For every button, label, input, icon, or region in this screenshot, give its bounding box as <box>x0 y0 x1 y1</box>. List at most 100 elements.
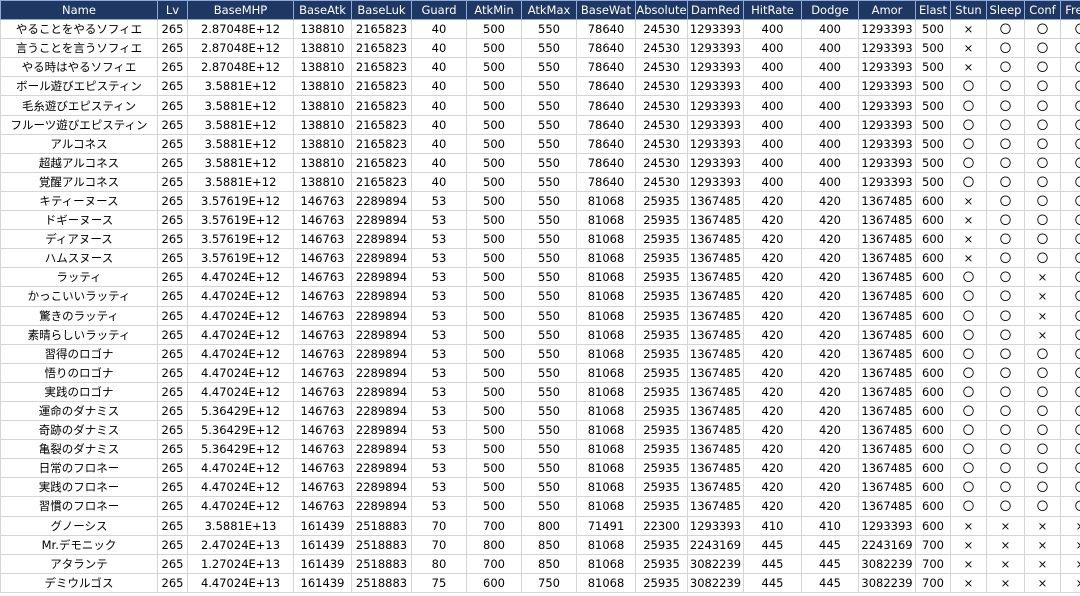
cell-name[interactable]: ディアヌース <box>0 229 158 250</box>
cell-absolute[interactable]: 25935 <box>635 534 688 555</box>
cell-damred[interactable]: 1367485 <box>687 458 744 479</box>
cell-freez[interactable]: × <box>1060 515 1080 536</box>
cell-conf[interactable]: × <box>1024 267 1061 288</box>
cell-guard[interactable]: 40 <box>411 76 467 97</box>
cell-baseatk[interactable]: 146763 <box>293 381 352 402</box>
cell-elast[interactable]: 600 <box>915 229 951 250</box>
cell-dodge[interactable]: 420 <box>801 381 859 402</box>
cell-dodge[interactable]: 420 <box>801 420 859 441</box>
cell-hitrate[interactable]: 420 <box>743 248 802 269</box>
cell-absolute[interactable]: 25935 <box>635 381 688 402</box>
cell-sleep[interactable]: 〇 <box>986 210 1025 231</box>
column-header-basemhp[interactable]: BaseMHP <box>187 0 294 21</box>
cell-stun[interactable]: 〇 <box>950 458 987 479</box>
cell-amor[interactable]: 1367485 <box>858 210 916 231</box>
cell-atkmin[interactable]: 500 <box>466 76 522 97</box>
cell-basemhp[interactable]: 2.87048E+12 <box>187 57 294 78</box>
column-header-hitrate[interactable]: HitRate <box>743 0 802 21</box>
cell-basewat[interactable]: 78640 <box>576 95 636 116</box>
cell-baseluk[interactable]: 2165823 <box>351 38 412 59</box>
cell-amor[interactable]: 1367485 <box>858 381 916 402</box>
column-header-lv[interactable]: Lv <box>157 0 188 21</box>
cell-elast[interactable]: 700 <box>915 553 951 574</box>
cell-absolute[interactable]: 25935 <box>635 362 688 383</box>
cell-atkmax[interactable]: 550 <box>521 95 577 116</box>
cell-baseatk[interactable]: 146763 <box>293 305 352 326</box>
cell-atkmin[interactable]: 500 <box>466 57 522 78</box>
cell-basewat[interactable]: 81068 <box>576 190 636 212</box>
column-header-amor[interactable]: Amor <box>858 0 916 21</box>
cell-freez[interactable]: 〇 <box>1060 458 1080 479</box>
cell-baseatk[interactable]: 161439 <box>293 515 352 536</box>
column-header-basewat[interactable]: BaseWat <box>576 0 636 21</box>
cell-amor[interactable]: 1367485 <box>858 439 916 460</box>
cell-guard[interactable]: 53 <box>411 420 467 441</box>
cell-elast[interactable]: 500 <box>915 133 951 154</box>
cell-stun[interactable]: 〇 <box>950 420 987 441</box>
cell-dodge[interactable]: 400 <box>801 114 859 135</box>
cell-basemhp[interactable]: 4.47024E+12 <box>187 267 294 288</box>
cell-amor[interactable]: 1367485 <box>858 362 916 383</box>
cell-sleep[interactable]: 〇 <box>986 324 1025 345</box>
column-header-stun[interactable]: Stun <box>950 0 987 21</box>
cell-elast[interactable]: 600 <box>915 343 951 364</box>
cell-hitrate[interactable]: 420 <box>743 210 802 231</box>
cell-atkmin[interactable]: 500 <box>466 19 522 40</box>
cell-lv[interactable]: 265 <box>157 381 188 402</box>
cell-freez[interactable]: 〇 <box>1060 76 1080 97</box>
cell-absolute[interactable]: 24530 <box>635 38 688 59</box>
cell-freez[interactable]: 〇 <box>1060 420 1080 441</box>
cell-damred[interactable]: 1367485 <box>687 477 744 498</box>
cell-conf[interactable]: 〇 <box>1024 362 1061 383</box>
cell-stun[interactable]: × <box>950 19 987 40</box>
cell-hitrate[interactable]: 400 <box>743 152 802 173</box>
cell-sleep[interactable]: 〇 <box>986 171 1025 192</box>
cell-lv[interactable]: 265 <box>157 515 188 536</box>
cell-atkmax[interactable]: 550 <box>521 76 577 97</box>
cell-guard[interactable]: 53 <box>411 248 467 269</box>
cell-dodge[interactable]: 400 <box>801 57 859 78</box>
cell-baseluk[interactable]: 2518883 <box>351 553 412 574</box>
cell-elast[interactable]: 600 <box>915 400 951 422</box>
cell-damred[interactable]: 1293393 <box>687 114 744 135</box>
cell-amor[interactable]: 1293393 <box>858 38 916 59</box>
cell-hitrate[interactable]: 400 <box>743 57 802 78</box>
cell-atkmin[interactable]: 500 <box>466 362 522 383</box>
cell-guard[interactable]: 70 <box>411 534 467 555</box>
cell-hitrate[interactable]: 445 <box>743 572 802 593</box>
cell-name[interactable]: Mr.デモニック <box>0 534 158 555</box>
cell-atkmax[interactable]: 550 <box>521 496 577 517</box>
cell-hitrate[interactable]: 420 <box>743 458 802 479</box>
cell-name[interactable]: ドギーヌース <box>0 210 158 231</box>
cell-lv[interactable]: 265 <box>157 324 188 345</box>
cell-dodge[interactable]: 420 <box>801 400 859 422</box>
cell-lv[interactable]: 265 <box>157 210 188 231</box>
cell-name[interactable]: かっこいいラッティ <box>0 286 158 307</box>
cell-basewat[interactable]: 78640 <box>576 76 636 97</box>
cell-freez[interactable]: 〇 <box>1060 267 1080 288</box>
cell-basemhp[interactable]: 4.47024E+12 <box>187 324 294 345</box>
cell-basemhp[interactable]: 4.47024E+13 <box>187 572 294 593</box>
cell-baseluk[interactable]: 2289894 <box>351 477 412 498</box>
cell-baseatk[interactable]: 161439 <box>293 534 352 555</box>
cell-lv[interactable]: 265 <box>157 114 188 135</box>
cell-guard[interactable]: 53 <box>411 324 467 345</box>
cell-name[interactable]: キティーヌース <box>0 190 158 212</box>
cell-lv[interactable]: 265 <box>157 343 188 364</box>
cell-elast[interactable]: 600 <box>915 362 951 383</box>
cell-dodge[interactable]: 445 <box>801 534 859 555</box>
cell-baseluk[interactable]: 2518883 <box>351 534 412 555</box>
cell-damred[interactable]: 1293393 <box>687 57 744 78</box>
cell-name[interactable]: 日常のフロネー <box>0 458 158 479</box>
cell-atkmax[interactable]: 550 <box>521 190 577 212</box>
cell-stun[interactable]: × <box>950 572 987 593</box>
cell-name[interactable]: 毛糸遊びエピスティン <box>0 95 158 116</box>
cell-basewat[interactable]: 81068 <box>576 420 636 441</box>
cell-lv[interactable]: 265 <box>157 133 188 154</box>
cell-freez[interactable]: 〇 <box>1060 171 1080 192</box>
cell-atkmin[interactable]: 500 <box>466 95 522 116</box>
cell-basemhp[interactable]: 4.47024E+12 <box>187 343 294 364</box>
cell-atkmin[interactable]: 700 <box>466 515 522 536</box>
cell-guard[interactable]: 75 <box>411 572 467 593</box>
cell-stun[interactable]: 〇 <box>950 286 987 307</box>
